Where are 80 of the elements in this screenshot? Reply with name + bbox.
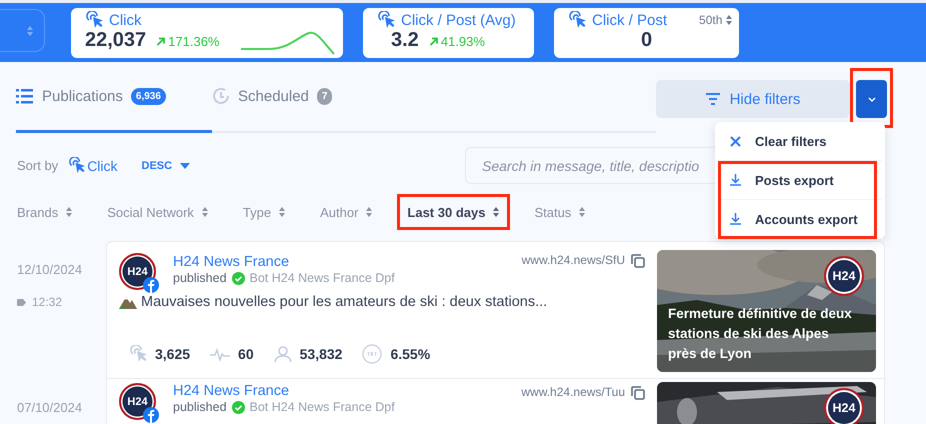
check-icon xyxy=(232,400,245,414)
stat-value: 3,625 xyxy=(129,344,190,364)
sort-arrows-icon xyxy=(65,206,74,218)
tab[interactable]: Publications 6,936 xyxy=(16,62,212,133)
copy-icon[interactable] xyxy=(630,253,645,268)
sort-order-select[interactable]: DESC xyxy=(136,158,196,172)
sort-field[interactable]: Click xyxy=(68,157,118,174)
click-icon xyxy=(377,11,395,29)
pulse-icon xyxy=(210,347,230,361)
menu-item[interactable]: Accounts export xyxy=(718,200,882,239)
social-badge-icon xyxy=(143,277,159,293)
stat-value: 60 xyxy=(210,344,254,364)
click-icon xyxy=(568,11,586,29)
preview-title: Fermeture définitive de deux stations de ski des Alpes près de Lyon xyxy=(668,305,853,363)
sort-label: Sort by xyxy=(17,158,58,173)
person-icon xyxy=(274,345,292,363)
percentile-select[interactable]: 50th xyxy=(693,12,740,28)
count-badge: 7 xyxy=(316,88,332,104)
trend-up-icon xyxy=(156,37,166,46)
sort-arrows-icon xyxy=(578,206,586,218)
metric-change: 41.93% xyxy=(428,34,485,49)
post-time: 12:32 xyxy=(17,295,106,309)
filter-select[interactable]: Brands xyxy=(7,194,84,230)
metric-title: Click xyxy=(109,12,142,28)
post-url: www.h24.news/Tuu xyxy=(521,385,625,399)
filter-select[interactable]: Author xyxy=(310,194,384,230)
metric-value: 3.2 xyxy=(391,29,419,52)
post-status: published xyxy=(173,271,227,285)
post-message: Mauvaises nouvelles pour les amateurs de ski : deux stations... xyxy=(141,294,548,310)
bot-name: Bot H24 News France Dpf xyxy=(250,271,395,285)
metric-value: 0 xyxy=(640,29,652,52)
check-icon xyxy=(232,272,245,284)
count-badge: 6,936 xyxy=(130,88,166,104)
chevron-down-icon xyxy=(868,96,876,102)
author-link[interactable]: H24 News France xyxy=(173,254,505,270)
sort-arrows-icon xyxy=(26,24,34,36)
copy-icon[interactable] xyxy=(630,385,645,400)
download-icon xyxy=(730,174,741,186)
filter-select[interactable]: Last 30 days xyxy=(397,194,510,230)
selector-field[interactable] xyxy=(0,9,45,52)
caret-icon xyxy=(180,162,190,168)
hide-filters-button[interactable]: Hide filters xyxy=(656,80,850,118)
filter-icon xyxy=(706,93,720,105)
menu-item[interactable]: Clear filters xyxy=(718,122,882,161)
bot-name: Bot H24 News France Dpf xyxy=(250,400,395,414)
download-icon xyxy=(730,213,741,225)
filter-select[interactable]: Social Network xyxy=(97,194,219,230)
avatar-logo: H24 xyxy=(119,253,156,290)
sort-arrows-icon xyxy=(725,14,734,26)
sort-arrows-icon xyxy=(278,206,286,218)
menu-item[interactable]: Posts export xyxy=(718,161,882,200)
filter-select[interactable]: Type xyxy=(232,194,296,230)
author-link[interactable]: H24 News France xyxy=(173,383,504,399)
tag-icon xyxy=(17,298,26,306)
list-icon xyxy=(16,87,34,105)
avatar-logo: H24 xyxy=(119,383,156,420)
click-icon xyxy=(68,157,86,174)
clock-icon xyxy=(212,87,230,105)
metric-value: 22,037 xyxy=(85,29,146,52)
metric-title: Click / Post (Avg) xyxy=(401,12,516,28)
sort-arrows-icon xyxy=(365,206,374,218)
mountain-icon xyxy=(119,295,137,309)
sort-arrows-icon xyxy=(200,206,209,218)
sort-arrows-icon xyxy=(492,206,500,218)
post-status: published xyxy=(173,400,227,414)
post-url: www.h24.news/SfU xyxy=(522,253,625,267)
filter-select[interactable]: Status xyxy=(524,194,596,230)
post-date: 07/10/2024 xyxy=(17,400,84,415)
metric-change: 171.36% xyxy=(156,34,220,49)
ctr-icon xyxy=(362,344,382,364)
post-date: 12/10/2024 xyxy=(17,262,84,277)
close-icon xyxy=(730,136,741,146)
tab[interactable]: Scheduled 7 xyxy=(212,62,408,133)
metric-title: Click / Post xyxy=(592,12,668,28)
click-icon xyxy=(129,345,147,363)
stat-value: 53,832 xyxy=(274,344,342,364)
dropdown-toggle[interactable] xyxy=(856,80,887,118)
click-icon xyxy=(85,11,103,29)
trend-up-icon xyxy=(428,37,438,46)
stat-value: 6.55% xyxy=(362,344,430,364)
